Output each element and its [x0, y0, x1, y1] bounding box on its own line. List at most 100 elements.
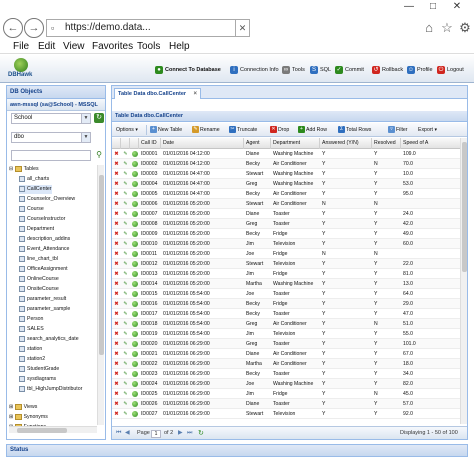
col-header-agent[interactable]: Agent — [244, 138, 271, 149]
tree-table-item[interactable]: SALES — [19, 325, 44, 334]
delete-row-icon[interactable]: ✖ — [112, 389, 121, 399]
edit-row-icon[interactable]: ✎ — [121, 329, 130, 339]
scroll-thumb[interactable] — [99, 175, 104, 355]
tree-tables-node[interactable]: ⊟ Tables — [9, 165, 39, 174]
view-row-icon[interactable] — [130, 339, 139, 349]
table-row[interactable]: ✖ ✎ ID0001 01/01/2016 04:12:00 Diane Washing … — [112, 149, 460, 159]
edit-row-icon[interactable]: ✎ — [121, 319, 130, 329]
edit-row-icon[interactable]: ✎ — [121, 189, 130, 199]
tree-table-item[interactable]: Department — [19, 225, 54, 234]
favorites-star-icon[interactable]: ☆ — [439, 20, 455, 36]
view-row-icon[interactable] — [130, 329, 139, 339]
tree-table-item[interactable]: Person — [19, 315, 43, 324]
view-row-icon[interactable] — [130, 379, 139, 389]
table-row[interactable]: ✖ ✎ ID0006 01/01/2016 05:20:00 Stewart Air Co… — [112, 199, 460, 209]
delete-row-icon[interactable]: ✖ — [112, 169, 121, 179]
tree-table-item[interactable]: Course — [19, 205, 44, 214]
view-row-icon[interactable] — [130, 289, 139, 299]
delete-row-icon[interactable]: ✖ — [112, 329, 121, 339]
tree-table-item[interactable]: description_addins — [19, 235, 70, 244]
menu-file[interactable]: File — [13, 41, 29, 53]
view-row-icon[interactable] — [130, 319, 139, 329]
tree-table-item[interactable]: sysdiagrams — [19, 375, 56, 384]
table-row[interactable]: ✖ ✎ ID0005 01/01/2016 04:47:00 Becky Air Cond… — [112, 189, 460, 199]
tree-synonyms-node[interactable]: ⊞ Synonyms — [9, 413, 48, 422]
edit-row-icon[interactable]: ✎ — [121, 259, 130, 269]
menu-edit[interactable]: Edit — [38, 41, 55, 53]
commit-button[interactable]: ✓ Commit — [335, 65, 364, 75]
page-number-input[interactable]: 1 — [151, 430, 161, 438]
delete-row-icon[interactable]: ✖ — [112, 409, 121, 419]
view-row-icon[interactable] — [130, 309, 139, 319]
edit-row-icon[interactable]: ✎ — [121, 299, 130, 309]
tree-table-item[interactable]: CourseInstructor — [19, 215, 65, 224]
view-row-icon[interactable] — [130, 169, 139, 179]
view-row-icon[interactable] — [130, 259, 139, 269]
edit-row-icon[interactable]: ✎ — [121, 309, 130, 319]
view-row-icon[interactable] — [130, 349, 139, 359]
delete-row-icon[interactable]: ✖ — [112, 259, 121, 269]
delete-row-icon[interactable]: ✖ — [112, 299, 121, 309]
edit-row-icon[interactable]: ✎ — [121, 339, 130, 349]
back-arrow-icon[interactable]: ← — [3, 18, 23, 38]
refresh-page-icon[interactable]: ↻ — [198, 427, 204, 440]
menu-view[interactable]: View — [63, 41, 85, 53]
forward-arrow-icon[interactable]: → — [24, 18, 44, 38]
table-row[interactable]: ✖ ✎ ID0013 01/01/2016 05:20:00 Jim Fridge Y Y 81… — [112, 269, 460, 279]
address-stop-icon[interactable]: ✕ — [236, 19, 250, 37]
close-icon[interactable]: ✕ — [448, 0, 466, 14]
object-search-input[interactable] — [11, 150, 91, 161]
delete-row-icon[interactable]: ✖ — [112, 249, 121, 259]
view-row-icon[interactable] — [130, 189, 139, 199]
table-row[interactable]: ✖ ✎ ID0011 01/01/2016 05:20:00 Joe Fridge N N — [112, 249, 460, 259]
view-row-icon[interactable] — [130, 249, 139, 259]
total-rows-button[interactable]: Σ Total Rows — [338, 125, 371, 135]
col-header-speed[interactable]: Speed of A — [401, 138, 460, 149]
table-row[interactable]: ✖ ✎ ID0020 01/01/2016 06:29:00 Greg Toaster Y Y… — [112, 339, 460, 349]
tree-horizontal-scrollbar[interactable] — [9, 426, 97, 433]
logout-button[interactable]: ⏻ Logout — [437, 65, 464, 75]
edit-row-icon[interactable]: ✎ — [121, 229, 130, 239]
view-row-icon[interactable] — [130, 209, 139, 219]
view-row-icon[interactable] — [130, 149, 139, 159]
delete-row-icon[interactable]: ✖ — [112, 269, 121, 279]
prev-page-icon[interactable]: ◀ — [125, 427, 130, 440]
sql-button[interactable]: S SQL — [310, 65, 331, 75]
scroll-thumb[interactable] — [462, 142, 467, 272]
tree-table-item[interactable]: OnlineCourse — [19, 275, 59, 284]
table-row[interactable]: ✖ ✎ ID0012 01/01/2016 05:20:00 Stewart Televi… — [112, 259, 460, 269]
tree-table-item[interactable]: StudentGrade — [19, 365, 59, 374]
delete-row-icon[interactable]: ✖ — [112, 379, 121, 389]
delete-row-icon[interactable]: ✖ — [112, 199, 121, 209]
table-row[interactable]: ✖ ✎ ID0008 01/01/2016 05:20:00 Greg Toaster Y Y… — [112, 219, 460, 229]
table-row[interactable]: ✖ ✎ ID0002 01/01/2016 04:12:00 Becky Air Cond… — [112, 159, 460, 169]
table-row[interactable]: ✖ ✎ ID0014 01/01/2016 05:20:00 Martha Washing… — [112, 279, 460, 289]
edit-row-icon[interactable]: ✎ — [121, 389, 130, 399]
edit-row-icon[interactable]: ✎ — [121, 399, 130, 409]
col-header-resolved[interactable]: Resolved — [372, 138, 401, 149]
profile-button[interactable]: ☺ Profile — [407, 65, 433, 75]
tree-table-item[interactable]: OfficeAssignment — [19, 265, 68, 274]
edit-row-icon[interactable]: ✎ — [121, 359, 130, 369]
view-row-icon[interactable] — [130, 409, 139, 419]
tree-table-item[interactable]: all_charts — [19, 175, 49, 184]
export-button[interactable]: Export ▾ — [418, 125, 437, 135]
delete-row-icon[interactable]: ✖ — [112, 279, 121, 289]
delete-row-icon[interactable]: ✖ — [112, 229, 121, 239]
table-row[interactable]: ✖ ✎ ID0026 01/01/2016 06:29:00 Diane Toaster Y… — [112, 399, 460, 409]
delete-row-icon[interactable]: ✖ — [112, 159, 121, 169]
filter-button[interactable]: ▿ Filter — [388, 125, 408, 135]
chevron-down-icon[interactable]: ▼ — [81, 133, 90, 142]
table-row[interactable]: ✖ ✎ ID0010 01/01/2016 05:20:00 Jim Television… — [112, 239, 460, 249]
menu-help[interactable]: Help — [169, 41, 190, 53]
new-table-button[interactable]: + New Table — [150, 125, 182, 135]
table-row[interactable]: ✖ ✎ ID0016 01/01/2016 05:54:00 Becky Fridge Y Y… — [112, 299, 460, 309]
table-row[interactable]: ✖ ✎ ID0025 01/01/2016 06:29:00 Jim Fridge Y N 45… — [112, 389, 460, 399]
truncate-button[interactable]: ✂ Truncate — [229, 125, 257, 135]
table-row[interactable]: ✖ ✎ ID0015 01/01/2016 05:54:00 Joe Toaster Y Y 6… — [112, 289, 460, 299]
table-row[interactable]: ✖ ✎ ID0004 01/01/2016 04:47:00 Greg Washing M… — [112, 179, 460, 189]
edit-row-icon[interactable]: ✎ — [121, 409, 130, 419]
table-row[interactable]: ✖ ✎ ID0023 01/01/2016 06:29:00 Becky Toaster Y… — [112, 369, 460, 379]
first-page-icon[interactable]: ⏮ — [116, 427, 121, 440]
connect-to-database-button[interactable]: ● Connect To Database — [155, 65, 221, 75]
